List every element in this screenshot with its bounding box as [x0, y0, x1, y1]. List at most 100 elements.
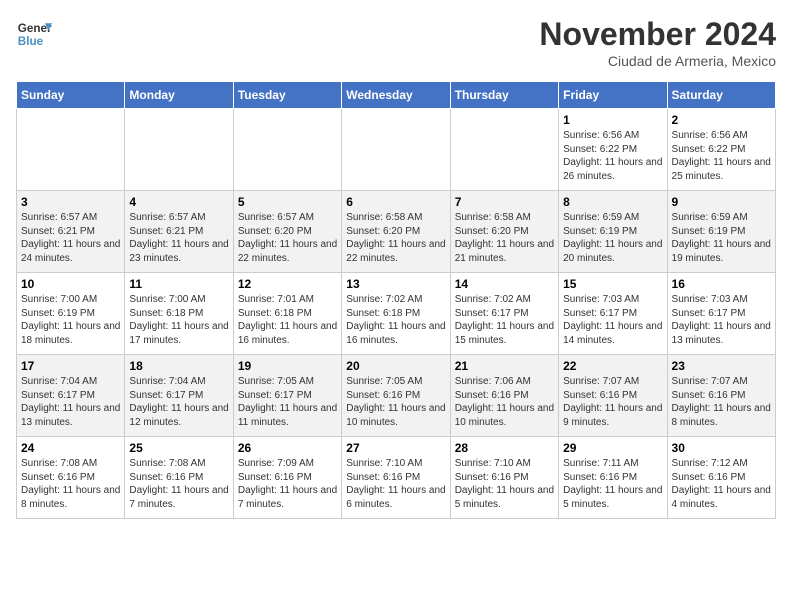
- week-row-1: 1 Sunrise: 6:56 AM Sunset: 6:22 PM Daylig…: [17, 109, 776, 191]
- day-number: 29: [563, 441, 662, 455]
- day-info: Sunrise: 6:57 AM Sunset: 6:20 PM Dayligh…: [238, 211, 337, 265]
- calendar-cell: 21Sunrise: 7:06 AM Sunset: 6:16 PM Dayli…: [450, 355, 558, 437]
- day-info: Sunrise: 7:01 AM Sunset: 6:18 PM Dayligh…: [238, 293, 337, 347]
- calendar-cell: 5 Sunrise: 6:57 AM Sunset: 6:20 PM Daylig…: [233, 191, 341, 273]
- calendar-cell: 17 Sunrise: 7:04 AM Sunset: 6:17 PM Dayli…: [17, 355, 125, 437]
- day-number: 5: [238, 195, 337, 209]
- calendar-cell: 26 Sunrise: 7:09 AM Sunset: 6:16 PM Dayli…: [233, 437, 341, 519]
- calendar-cell: [125, 109, 233, 191]
- weekday-header-row: SundayMondayTuesdayWednesdayThursdayFrid…: [17, 82, 776, 109]
- calendar-cell: [450, 109, 558, 191]
- week-row-5: 24Sunrise: 7:08 AM Sunset: 6:16 PM Dayli…: [17, 437, 776, 519]
- day-number: 23: [672, 359, 771, 373]
- calendar-cell: 22 Sunrise: 7:07 AM Sunset: 6:16 PM Dayli…: [559, 355, 667, 437]
- calendar-body: 1 Sunrise: 6:56 AM Sunset: 6:22 PM Daylig…: [17, 109, 776, 519]
- day-number: 15: [563, 277, 662, 291]
- calendar-cell: 8Sunrise: 6:59 AM Sunset: 6:19 PM Daylig…: [559, 191, 667, 273]
- calendar-cell: 14 Sunrise: 7:02 AM Sunset: 6:17 PM Dayli…: [450, 273, 558, 355]
- day-info: Sunrise: 7:02 AM Sunset: 6:17 PM Dayligh…: [455, 293, 554, 347]
- calendar-cell: 15 Sunrise: 7:03 AM Sunset: 6:17 PM Dayli…: [559, 273, 667, 355]
- weekday-header-monday: Monday: [125, 82, 233, 109]
- day-info: Sunrise: 6:56 AM Sunset: 6:22 PM Dayligh…: [563, 129, 662, 183]
- day-number: 26: [238, 441, 337, 455]
- calendar-cell: 30 Sunrise: 7:12 AM Sunset: 6:16 PM Dayli…: [667, 437, 775, 519]
- logo-icon: General Blue: [16, 16, 52, 52]
- day-number: 19: [238, 359, 337, 373]
- day-info: Sunrise: 7:11 AM Sunset: 6:16 PM Dayligh…: [563, 457, 662, 511]
- weekday-header-thursday: Thursday: [450, 82, 558, 109]
- calendar-cell: 10 Sunrise: 7:00 AM Sunset: 6:19 PM Dayli…: [17, 273, 125, 355]
- calendar-header: SundayMondayTuesdayWednesdayThursdayFrid…: [17, 82, 776, 109]
- calendar-cell: 13 Sunrise: 7:02 AM Sunset: 6:18 PM Dayli…: [342, 273, 450, 355]
- day-info: Sunrise: 7:10 AM Sunset: 6:16 PM Dayligh…: [346, 457, 445, 511]
- day-info: Sunrise: 7:03 AM Sunset: 6:17 PM Dayligh…: [672, 293, 771, 347]
- day-info: Sunrise: 6:56 AM Sunset: 6:22 PM Dayligh…: [672, 129, 771, 183]
- day-number: 12: [238, 277, 337, 291]
- day-number: 27: [346, 441, 445, 455]
- day-number: 25: [129, 441, 228, 455]
- day-number: 4: [129, 195, 228, 209]
- location-subtitle: Ciudad de Armeria, Mexico: [539, 53, 776, 69]
- day-number: 6: [346, 195, 445, 209]
- day-number: 20: [346, 359, 445, 373]
- day-info: Sunrise: 7:03 AM Sunset: 6:17 PM Dayligh…: [563, 293, 662, 347]
- day-number: 1: [563, 113, 662, 127]
- calendar-cell: 6Sunrise: 6:58 AM Sunset: 6:20 PM Daylig…: [342, 191, 450, 273]
- week-row-3: 10 Sunrise: 7:00 AM Sunset: 6:19 PM Dayli…: [17, 273, 776, 355]
- calendar-cell: [233, 109, 341, 191]
- day-number: 8: [563, 195, 662, 209]
- day-info: Sunrise: 7:08 AM Sunset: 6:16 PM Dayligh…: [21, 457, 120, 511]
- day-number: 30: [672, 441, 771, 455]
- day-info: Sunrise: 7:05 AM Sunset: 6:17 PM Dayligh…: [238, 375, 337, 429]
- day-number: 16: [672, 277, 771, 291]
- day-number: 13: [346, 277, 445, 291]
- day-number: 18: [129, 359, 228, 373]
- day-info: Sunrise: 7:05 AM Sunset: 6:16 PM Dayligh…: [346, 375, 445, 429]
- day-info: Sunrise: 7:04 AM Sunset: 6:17 PM Dayligh…: [21, 375, 120, 429]
- day-info: Sunrise: 6:58 AM Sunset: 6:20 PM Dayligh…: [455, 211, 554, 265]
- logo: General Blue: [16, 16, 52, 52]
- day-info: Sunrise: 7:06 AM Sunset: 6:16 PM Dayligh…: [455, 375, 554, 429]
- calendar-cell: 11Sunrise: 7:00 AM Sunset: 6:18 PM Dayli…: [125, 273, 233, 355]
- day-number: 17: [21, 359, 120, 373]
- day-info: Sunrise: 7:07 AM Sunset: 6:16 PM Dayligh…: [563, 375, 662, 429]
- calendar-cell: 2 Sunrise: 6:56 AM Sunset: 6:22 PM Daylig…: [667, 109, 775, 191]
- calendar-cell: 25 Sunrise: 7:08 AM Sunset: 6:16 PM Dayli…: [125, 437, 233, 519]
- day-number: 22: [563, 359, 662, 373]
- weekday-header-friday: Friday: [559, 82, 667, 109]
- day-info: Sunrise: 7:09 AM Sunset: 6:16 PM Dayligh…: [238, 457, 337, 511]
- day-number: 10: [21, 277, 120, 291]
- day-info: Sunrise: 7:04 AM Sunset: 6:17 PM Dayligh…: [129, 375, 228, 429]
- day-number: 28: [455, 441, 554, 455]
- calendar-cell: 1 Sunrise: 6:56 AM Sunset: 6:22 PM Daylig…: [559, 109, 667, 191]
- day-info: Sunrise: 7:00 AM Sunset: 6:19 PM Dayligh…: [21, 293, 120, 347]
- day-info: Sunrise: 7:07 AM Sunset: 6:16 PM Dayligh…: [672, 375, 771, 429]
- day-info: Sunrise: 7:12 AM Sunset: 6:16 PM Dayligh…: [672, 457, 771, 511]
- calendar-cell: 18 Sunrise: 7:04 AM Sunset: 6:17 PM Dayli…: [125, 355, 233, 437]
- month-title: November 2024: [539, 16, 776, 53]
- day-info: Sunrise: 6:57 AM Sunset: 6:21 PM Dayligh…: [21, 211, 120, 265]
- calendar-cell: [17, 109, 125, 191]
- day-info: Sunrise: 6:59 AM Sunset: 6:19 PM Dayligh…: [672, 211, 771, 265]
- calendar-cell: 12 Sunrise: 7:01 AM Sunset: 6:18 PM Dayli…: [233, 273, 341, 355]
- calendar-cell: 23 Sunrise: 7:07 AM Sunset: 6:16 PM Dayli…: [667, 355, 775, 437]
- week-row-2: 3Sunrise: 6:57 AM Sunset: 6:21 PM Daylig…: [17, 191, 776, 273]
- weekday-header-sunday: Sunday: [17, 82, 125, 109]
- week-row-4: 17 Sunrise: 7:04 AM Sunset: 6:17 PM Dayli…: [17, 355, 776, 437]
- day-info: Sunrise: 7:10 AM Sunset: 6:16 PM Dayligh…: [455, 457, 554, 511]
- calendar-cell: [342, 109, 450, 191]
- weekday-header-saturday: Saturday: [667, 82, 775, 109]
- calendar-cell: 28 Sunrise: 7:10 AM Sunset: 6:16 PM Dayli…: [450, 437, 558, 519]
- calendar-cell: 29 Sunrise: 7:11 AM Sunset: 6:16 PM Dayli…: [559, 437, 667, 519]
- calendar-cell: 7 Sunrise: 6:58 AM Sunset: 6:20 PM Daylig…: [450, 191, 558, 273]
- svg-text:Blue: Blue: [18, 35, 44, 48]
- calendar-cell: 24Sunrise: 7:08 AM Sunset: 6:16 PM Dayli…: [17, 437, 125, 519]
- day-number: 7: [455, 195, 554, 209]
- calendar-cell: 19 Sunrise: 7:05 AM Sunset: 6:17 PM Dayli…: [233, 355, 341, 437]
- calendar-cell: 20 Sunrise: 7:05 AM Sunset: 6:16 PM Dayli…: [342, 355, 450, 437]
- day-number: 14: [455, 277, 554, 291]
- day-info: Sunrise: 7:02 AM Sunset: 6:18 PM Dayligh…: [346, 293, 445, 347]
- calendar-cell: 3Sunrise: 6:57 AM Sunset: 6:21 PM Daylig…: [17, 191, 125, 273]
- day-number: 2: [672, 113, 771, 127]
- day-info: Sunrise: 7:08 AM Sunset: 6:16 PM Dayligh…: [129, 457, 228, 511]
